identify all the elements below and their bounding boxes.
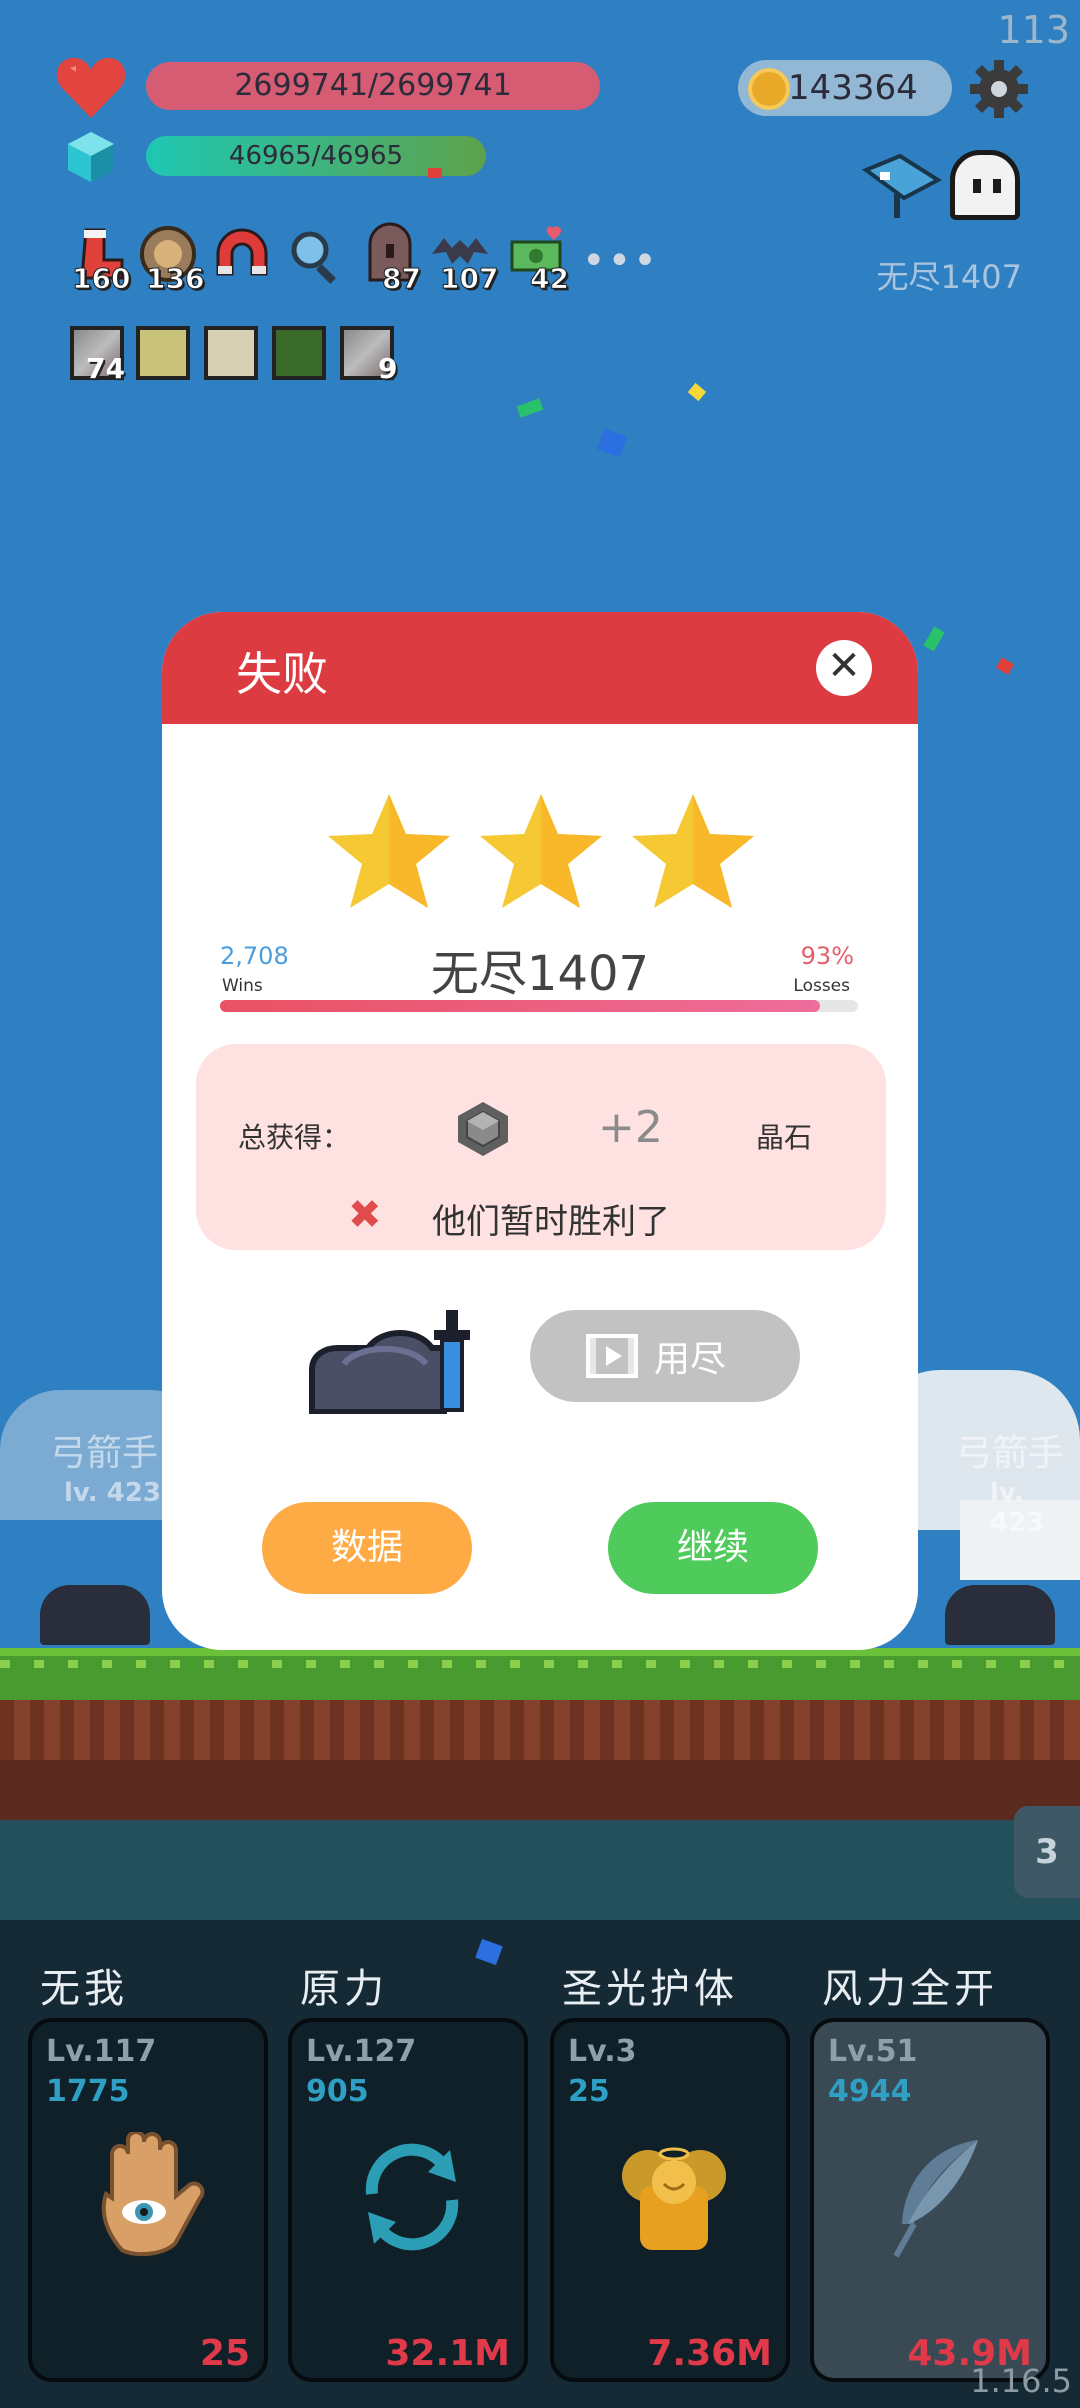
runner-badge[interactable]: [272, 326, 326, 380]
cross-icon: ✖: [348, 1192, 382, 1238]
tombstone-icon: [309, 1310, 470, 1414]
fps-counter: 113: [997, 8, 1070, 52]
badge-count: 74: [86, 352, 125, 385]
helmet-badge[interactable]: [204, 326, 258, 380]
crystal-icon: [68, 132, 114, 182]
skill-cost: 7.36M: [647, 2333, 772, 2374]
enemy-level-right: lv. 423: [990, 1478, 1045, 1538]
watch-video-button[interactable]: 用尽: [530, 1310, 800, 1402]
skill-card-shengguang[interactable]: Lv.3 25 7.36M: [550, 2018, 790, 2382]
reward-amount: +2: [598, 1102, 663, 1153]
magnifier-icon[interactable]: [286, 226, 346, 286]
losses-value: 93%: [800, 942, 854, 970]
video-button-label: 用尽: [654, 1339, 727, 1380]
coin-icon: [748, 68, 790, 110]
close-button[interactable]: ✕: [816, 640, 872, 696]
quest-flag-icon[interactable]: [860, 150, 944, 220]
coin-count: 143364: [788, 68, 918, 108]
skill-level: Lv.51: [828, 2034, 918, 2069]
enemy-sprite: [40, 1585, 150, 1645]
skill-name: 无我: [40, 1966, 128, 2012]
skill-level: Lv.117: [46, 2034, 157, 2069]
skill-cost: 25: [199, 2333, 250, 2374]
enemy-name-left: 弓箭手: [50, 1433, 159, 1474]
skill-name: 圣光护体: [562, 1966, 738, 2012]
continue-button[interactable]: 继续: [608, 1502, 818, 1594]
eye-hand-icon: [101, 2132, 205, 2257]
enemy-sprite: [945, 1585, 1055, 1645]
star-icon: [632, 794, 754, 908]
badge-count: 9: [378, 352, 398, 385]
dirt-layer: [0, 1760, 1080, 1820]
stage-label: 无尽1407: [876, 258, 1022, 296]
enemy-name-right: 弓箭手: [956, 1433, 1065, 1474]
item-count: 107: [439, 262, 499, 296]
losses-label: Losses: [793, 976, 850, 996]
skill-name: 原力: [300, 1966, 388, 2012]
skill-value: 1775: [46, 2074, 130, 2109]
lightbulb-badge[interactable]: [136, 326, 190, 380]
version-label: 1.16.5: [970, 2362, 1072, 2400]
skill-cost: 32.1M: [385, 2333, 510, 2374]
win-loss-bar: [220, 1000, 858, 1012]
skill-card-yuanli[interactable]: Lv.127 905 32.1M: [288, 2018, 528, 2382]
more-items-icon[interactable]: •••: [582, 238, 659, 284]
skill-level: Lv.127: [306, 2034, 417, 2069]
wave-count-badge[interactable]: 3: [1014, 1806, 1080, 1898]
heart-icon: [56, 57, 126, 118]
confetti: [428, 168, 442, 178]
result-dialog: 失败 ✕ 2,708 Wins 无尽1407 93% Losses 总获得： +…: [162, 612, 918, 1650]
crystal-hex-icon: [458, 1102, 508, 1156]
reward-unit: 晶石: [756, 1121, 813, 1154]
skill-card-wuwo[interactable]: Lv.117 1775 25: [28, 2018, 268, 2382]
feather-icon: [893, 2140, 978, 2258]
gear-icon[interactable]: [968, 58, 1030, 120]
star-icon: [480, 794, 602, 908]
water-layer: [0, 1820, 1080, 1920]
skill-value: 4944: [828, 2074, 912, 2109]
skill-value: 25: [568, 2074, 610, 2109]
hp-text: 2699741/2699741: [234, 68, 512, 103]
item-count: 160: [71, 262, 131, 296]
result-message: 他们暂时胜利了: [432, 1202, 670, 1242]
star-icon: [328, 794, 450, 908]
dialog-title: 失败: [236, 647, 328, 701]
total-label: 总获得：: [238, 1121, 351, 1154]
data-button[interactable]: 数据: [262, 1502, 472, 1594]
magnet-icon[interactable]: [212, 224, 272, 284]
ghost-icon[interactable]: [950, 150, 1020, 220]
refresh-icon: [365, 2143, 459, 2251]
angel-icon: [622, 2147, 726, 2250]
enemy-level-left: lv. 423: [64, 1478, 161, 1508]
skill-level: Lv.3: [568, 2034, 637, 2069]
skill-value: 905: [306, 2074, 369, 2109]
reward-panel: 总获得： +2 晶石 ✖ 他们暂时胜利了: [196, 1044, 886, 1250]
item-count: 42: [530, 262, 570, 296]
item-count: 136: [145, 262, 205, 296]
skill-card-fengli[interactable]: Lv.51 4944 43.9M: [810, 2018, 1050, 2382]
loss-fill: [220, 1000, 820, 1012]
video-icon: [586, 1334, 638, 1378]
grass-ground: [0, 1648, 1080, 1700]
item-count: 87: [382, 262, 422, 296]
grass-texture: [0, 1660, 1080, 1668]
skill-name: 风力全开: [822, 1966, 998, 2012]
